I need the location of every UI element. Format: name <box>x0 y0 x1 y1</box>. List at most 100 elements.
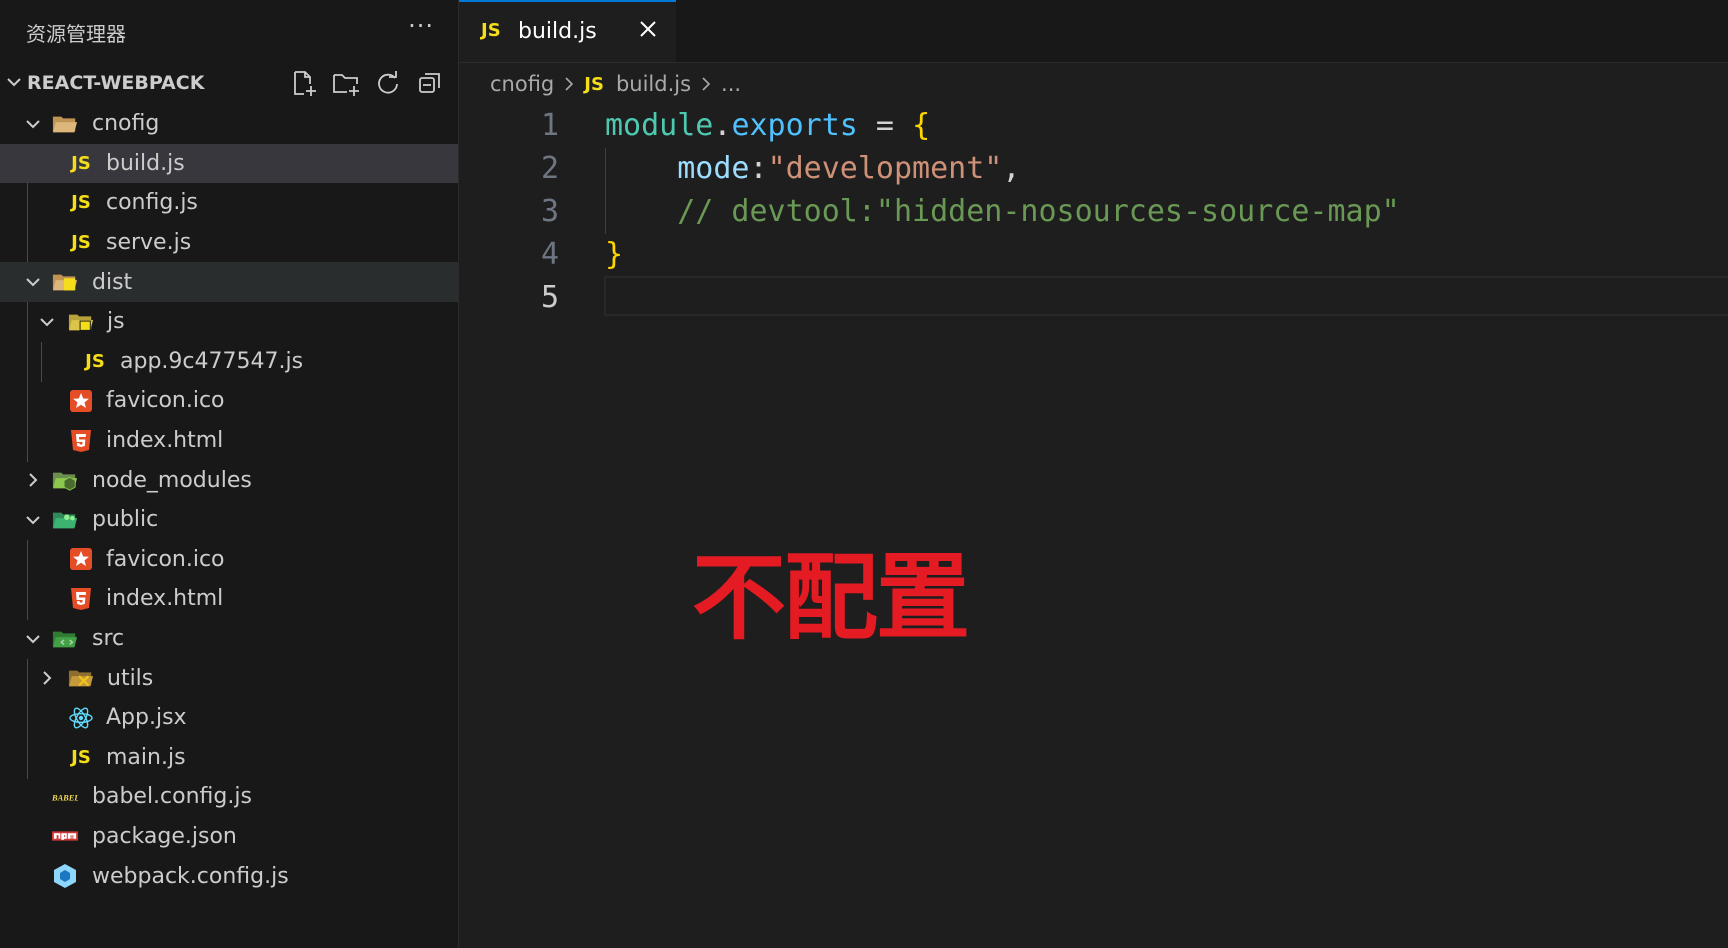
tree-file[interactable]: index.html <box>0 421 458 461</box>
chevron-right-icon <box>43 671 52 685</box>
code-text: module.exports = { <box>605 104 930 147</box>
tree-folder[interactable]: js <box>0 302 458 342</box>
tree-item-label: node_modules <box>92 467 252 493</box>
project-actions <box>286 66 448 100</box>
tree-item-label: index.html <box>106 428 224 454</box>
token-dot: . <box>713 108 732 143</box>
collapse-all-icon[interactable] <box>412 66 448 100</box>
javascript-file-icon: JS <box>71 152 91 174</box>
breadcrumb: cnofig JS build.js ... <box>490 68 741 100</box>
code-text: // devtool:"hidden-nosources-source-map" <box>605 190 1400 233</box>
token-key: mode <box>677 151 750 186</box>
tree-item-label: main.js <box>106 744 186 770</box>
tree-folder[interactable]: node_modules <box>0 460 458 500</box>
javascript-file-icon: JS <box>71 746 91 768</box>
new-folder-icon[interactable] <box>328 66 364 100</box>
tree-folder[interactable]: src <box>0 619 458 659</box>
tree-item-label: babel.config.js <box>92 784 252 810</box>
tree-file[interactable]: favicon.ico <box>0 540 458 580</box>
tree-file[interactable]: BABEL babel.config.js <box>0 777 458 817</box>
tree-file[interactable]: JS app.9c477547.js <box>0 342 458 382</box>
tree-folder[interactable]: dist <box>0 262 458 302</box>
annotation-text: 不配置 <box>692 544 970 653</box>
tree-item-label: webpack.config.js <box>92 863 289 889</box>
javascript-file-icon: JS <box>481 20 501 41</box>
token-equals: = <box>857 108 913 143</box>
webpack-icon <box>52 863 78 889</box>
tree-file[interactable]: package.json <box>0 817 458 857</box>
code-editor[interactable]: 1 module.exports = { 2 mode:"development… <box>459 104 1728 319</box>
line-number: 3 <box>540 194 559 229</box>
tree-file[interactable]: index.html <box>0 579 458 619</box>
explorer-header: 资源管理器 ··· <box>0 0 458 62</box>
tree-item-label: utils <box>107 665 154 691</box>
code-line: 5 <box>459 276 1728 319</box>
public-folder-icon <box>52 507 78 533</box>
refresh-icon[interactable] <box>370 66 406 100</box>
chevron-down-icon <box>26 516 40 525</box>
code-line: 2 mode:"development", <box>459 147 1728 190</box>
project-name: REACT-WEBPACK <box>27 72 205 94</box>
tree-file[interactable]: webpack.config.js <box>0 856 458 896</box>
tree-item-label: favicon.ico <box>106 388 225 414</box>
breadcrumb-more[interactable]: ... <box>721 72 741 96</box>
line-number: 2 <box>540 151 559 186</box>
node-folder-icon <box>52 467 78 493</box>
svg-text:BABEL: BABEL <box>52 794 78 803</box>
explorer-sidebar: 资源管理器 ··· REACT-WEBPACK cnofig JS build.… <box>0 0 459 948</box>
javascript-file-icon: JS <box>71 192 91 214</box>
chevron-down-icon <box>26 278 40 287</box>
token-open-brace: { <box>912 108 931 143</box>
npm-icon <box>52 823 78 849</box>
line-number: 5 <box>540 280 559 315</box>
token-string: "development" <box>767 151 1003 186</box>
tree-item-label: dist <box>92 269 133 295</box>
tab-build-js[interactable]: JS build.js <box>459 0 676 62</box>
token-comma: , <box>1002 151 1021 186</box>
tree-file[interactable]: JS config.js <box>0 183 458 223</box>
tree-item-label: favicon.ico <box>106 546 225 572</box>
chevron-down-icon <box>7 78 21 87</box>
tree-item-label: src <box>92 626 125 652</box>
tab-label: build.js <box>518 19 597 44</box>
tree-item-label: package.json <box>92 823 237 849</box>
favicon-star-icon <box>68 388 94 414</box>
chevron-down-icon <box>26 120 40 129</box>
tree-folder[interactable]: utils <box>0 658 458 698</box>
tree-file[interactable]: JS build.js <box>0 143 458 184</box>
tree-item-label: build.js <box>106 150 185 176</box>
tree-file[interactable]: JS serve.js <box>0 223 458 263</box>
close-icon[interactable] <box>637 18 659 40</box>
html5-icon <box>68 586 94 612</box>
chevron-down-icon <box>40 318 54 327</box>
editor-tab-bar: JS build.js <box>459 0 1728 63</box>
new-file-icon[interactable] <box>286 66 322 100</box>
dist-folder-icon <box>52 269 78 295</box>
tree-file[interactable]: JS main.js <box>0 738 458 778</box>
tree-item-label: cnofig <box>92 111 160 137</box>
token-exports: exports <box>731 108 858 143</box>
tree-file[interactable]: favicon.ico <box>0 381 458 421</box>
explorer-title: 资源管理器 <box>26 22 126 46</box>
favicon-star-icon <box>68 546 94 572</box>
code-line: 4 } <box>459 233 1728 276</box>
token-module: module <box>605 108 714 143</box>
tree-item-label: js <box>107 309 125 335</box>
tree-folder[interactable]: cnofig <box>0 104 458 144</box>
tree-item-label: index.html <box>106 586 224 612</box>
token-colon: : <box>749 151 768 186</box>
breadcrumb-folder[interactable]: cnofig <box>490 72 554 96</box>
more-actions-icon[interactable]: ··· <box>408 12 434 40</box>
tree-item-label: config.js <box>106 190 198 216</box>
code-text: } <box>605 233 623 276</box>
token-comment: // devtool:"hidden-nosources-source-map" <box>677 194 1400 229</box>
chevron-right-icon <box>29 473 38 487</box>
folder-open-icon <box>52 111 78 137</box>
tree-file[interactable]: App.jsx <box>0 698 458 738</box>
code-line: 1 module.exports = { <box>459 104 1728 147</box>
breadcrumb-file[interactable]: build.js <box>616 72 691 96</box>
chevron-right-icon <box>562 75 576 93</box>
project-section-header[interactable]: REACT-WEBPACK <box>0 62 458 104</box>
tree-folder[interactable]: public <box>0 500 458 540</box>
